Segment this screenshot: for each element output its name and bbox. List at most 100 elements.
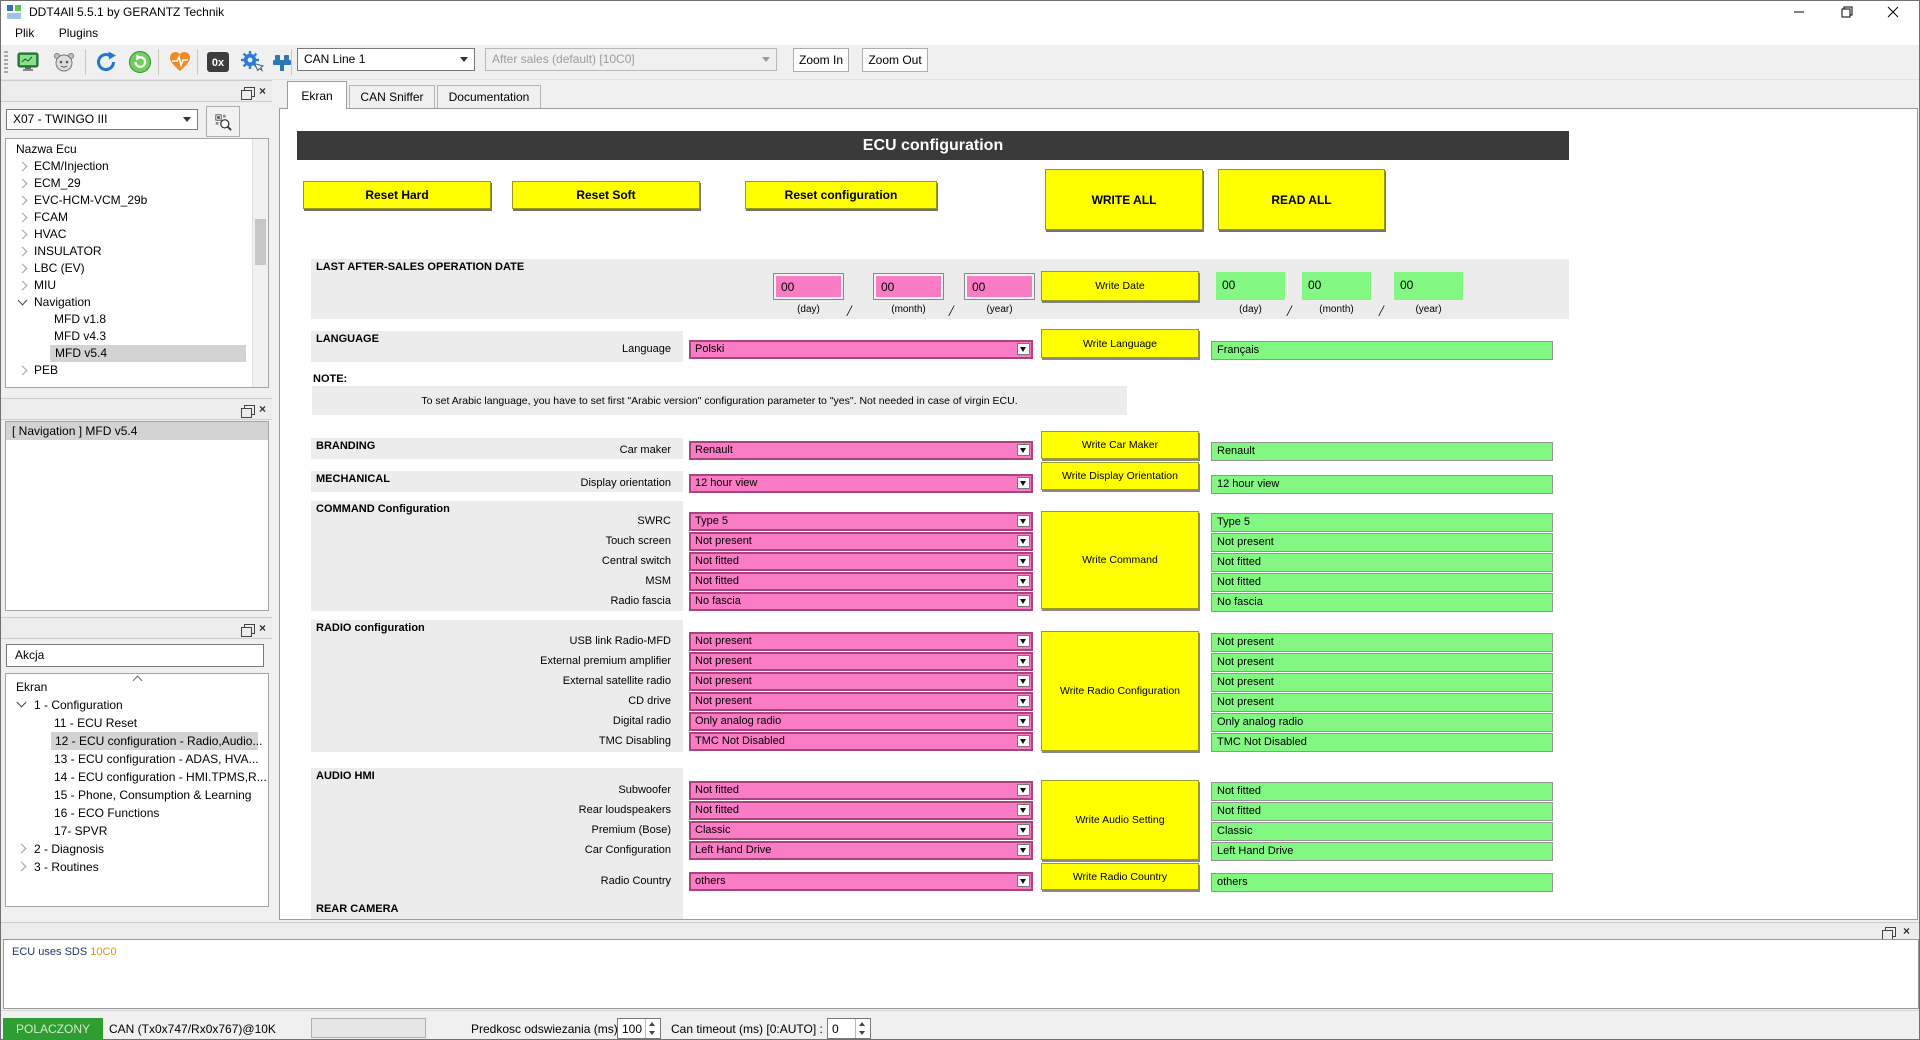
ecu-tree-item[interactable]: MFD v5.4	[6, 345, 268, 362]
ecu-tree-item[interactable]: FCAM	[6, 209, 268, 226]
config-dropdown[interactable]: Not present	[689, 652, 1033, 671]
refresh-rate-spinner[interactable]: 100	[617, 1018, 661, 1039]
action-tree-item[interactable]: 13 - ECU configuration - ADAS, HVA...	[6, 750, 268, 768]
chevron-right-icon[interactable]	[17, 195, 28, 206]
read-all-button[interactable]: READ ALL	[1218, 169, 1385, 230]
action-tree-item[interactable]: 12 - ECU configuration - Radio,Audio...	[6, 732, 268, 750]
screen-icon[interactable]	[15, 49, 41, 75]
chevron-right-icon[interactable]	[16, 861, 27, 872]
config-dropdown[interactable]: Not fitted	[689, 781, 1033, 800]
chevron-down-icon[interactable]	[1017, 595, 1030, 607]
chevron-down-icon[interactable]	[1017, 735, 1030, 747]
spinner-arrows[interactable]	[645, 1019, 660, 1038]
dock-float-icon[interactable]	[241, 624, 255, 637]
dock-close-icon[interactable]: ×	[259, 85, 266, 97]
config-dropdown[interactable]: Classic	[689, 821, 1033, 840]
action-tree-item[interactable]: 11 - ECU Reset	[6, 714, 268, 732]
config-dropdown[interactable]: others	[689, 872, 1033, 891]
dock-close-icon[interactable]: ×	[1903, 925, 1910, 937]
ecu-tree-item[interactable]: LBC (EV)	[6, 260, 268, 277]
config-write-button[interactable]: Write Display Orientation	[1041, 462, 1199, 490]
write-all-button[interactable]: WRITE ALL	[1045, 169, 1203, 230]
refresh-green-icon[interactable]	[127, 49, 153, 75]
chevron-down-icon[interactable]	[1017, 875, 1030, 887]
ecu-tree-item[interactable]: MFD v4.3	[6, 328, 268, 345]
chevron-down-icon[interactable]	[1017, 804, 1030, 816]
ecu-tree-item[interactable]: PEB	[6, 362, 268, 379]
tab-can-sniffer[interactable]: CAN Sniffer	[349, 85, 435, 109]
config-write-button[interactable]: Write Radio Country	[1041, 863, 1199, 890]
can-timeout-spinner[interactable]: 0	[827, 1018, 871, 1039]
ecu-tree-item[interactable]: Navigation	[6, 294, 268, 311]
tab-documentation[interactable]: Documentation	[437, 85, 541, 109]
chevron-down-icon[interactable]	[1017, 784, 1030, 796]
can-line-select[interactable]: CAN Line 1	[297, 48, 475, 71]
chevron-right-icon[interactable]	[17, 246, 28, 257]
action-tree-item[interactable]: 14 - ECU configuration - HMI.TPMS,R...	[6, 768, 268, 786]
ecu-tree-item[interactable]: MIU	[6, 277, 268, 294]
chevron-right-icon[interactable]	[16, 843, 27, 854]
config-dropdown[interactable]: Left Hand Drive	[689, 841, 1033, 860]
date-write-input[interactable]: 00	[873, 273, 944, 300]
action-tree-item[interactable]: 1 - Configuration	[6, 696, 268, 714]
search-ecu-button[interactable]	[206, 106, 240, 137]
config-write-button[interactable]: Write Audio Setting	[1041, 780, 1199, 860]
chevron-down-icon[interactable]	[17, 295, 28, 306]
chevron-right-icon[interactable]	[17, 263, 28, 274]
config-dropdown[interactable]: 12 hour view	[689, 474, 1033, 493]
action-tree-item[interactable]: Ekran	[6, 678, 268, 696]
chevron-right-icon[interactable]	[17, 161, 28, 172]
reset-hard-button[interactable]: Reset Hard	[303, 181, 491, 209]
action-tree-item[interactable]: 2 - Diagnosis	[6, 840, 268, 858]
chevron-down-icon[interactable]	[1017, 555, 1030, 567]
chevron-down-icon[interactable]	[1017, 575, 1030, 587]
refresh-blue-icon[interactable]	[93, 49, 119, 75]
config-dropdown[interactable]: Type 5	[689, 512, 1033, 531]
config-dropdown[interactable]: TMC Not Disabled	[689, 732, 1033, 751]
zoom-in-button[interactable]: Zoom In	[793, 48, 849, 72]
tab-ekran[interactable]: Ekran	[287, 81, 347, 109]
expert-mode-icon[interactable]	[239, 49, 265, 75]
robot-icon[interactable]	[51, 49, 77, 75]
close-button[interactable]	[1873, 1, 1913, 23]
ecu-tree-item[interactable]: MFD v1.8	[6, 311, 268, 328]
chevron-right-icon[interactable]	[17, 212, 28, 223]
config-write-button[interactable]: Write Radio Configuration	[1041, 631, 1199, 751]
chevron-down-icon[interactable]	[1017, 844, 1030, 856]
config-dropdown[interactable]: Only analog radio	[689, 712, 1033, 731]
dock-close-icon[interactable]: ×	[259, 622, 266, 634]
chevron-down-icon[interactable]	[1017, 824, 1030, 836]
minimize-button[interactable]	[1779, 1, 1819, 23]
action-filter-input[interactable]: Akcja	[6, 644, 264, 667]
config-dropdown[interactable]: Renault	[689, 441, 1033, 460]
scrollbar-thumb[interactable]	[255, 219, 266, 265]
dock-float-icon[interactable]	[1882, 927, 1896, 940]
ecu-tree-item[interactable]: ECM_29	[6, 175, 268, 192]
reset-soft-button[interactable]: Reset Soft	[512, 181, 700, 209]
chevron-down-icon[interactable]	[1017, 635, 1030, 647]
menu-plugins[interactable]: Plugins	[49, 23, 108, 45]
config-dropdown[interactable]: Not fitted	[689, 552, 1033, 571]
chevron-right-icon[interactable]	[17, 280, 28, 291]
chevron-down-icon[interactable]	[1017, 695, 1030, 707]
action-tree-item[interactable]: 17- SPVR	[6, 822, 268, 840]
write-date-button[interactable]: Write Date	[1041, 271, 1199, 301]
ecu-tree-item[interactable]: ECM/Injection	[6, 158, 268, 175]
chevron-down-icon[interactable]	[1017, 444, 1030, 456]
config-write-button[interactable]: Write Car Maker	[1041, 431, 1199, 459]
zoom-out-button[interactable]: Zoom Out	[862, 48, 928, 72]
config-dropdown[interactable]: Not present	[689, 632, 1033, 651]
spinner-arrows[interactable]	[855, 1019, 870, 1038]
ecu-tree-item[interactable]: INSULATOR	[6, 243, 268, 260]
dock-float-icon[interactable]	[241, 87, 255, 100]
action-tree-item[interactable]: 16 - ECO Functions	[6, 804, 268, 822]
action-tree-item[interactable]: 15 - Phone, Consumption & Learning	[6, 786, 268, 804]
config-write-button[interactable]: Write Command	[1041, 511, 1199, 609]
chevron-down-icon[interactable]	[1017, 343, 1030, 355]
vehicle-select[interactable]: X07 - TWINGO III	[6, 109, 198, 130]
chevron-right-icon[interactable]	[17, 178, 28, 189]
ecu-tree-item[interactable]: EVC-HCM-VCM_29b	[6, 192, 268, 209]
hex-icon[interactable]: 0x	[205, 49, 231, 75]
config-dropdown[interactable]: No fascia	[689, 592, 1033, 611]
config-dropdown[interactable]: Not present	[689, 532, 1033, 551]
